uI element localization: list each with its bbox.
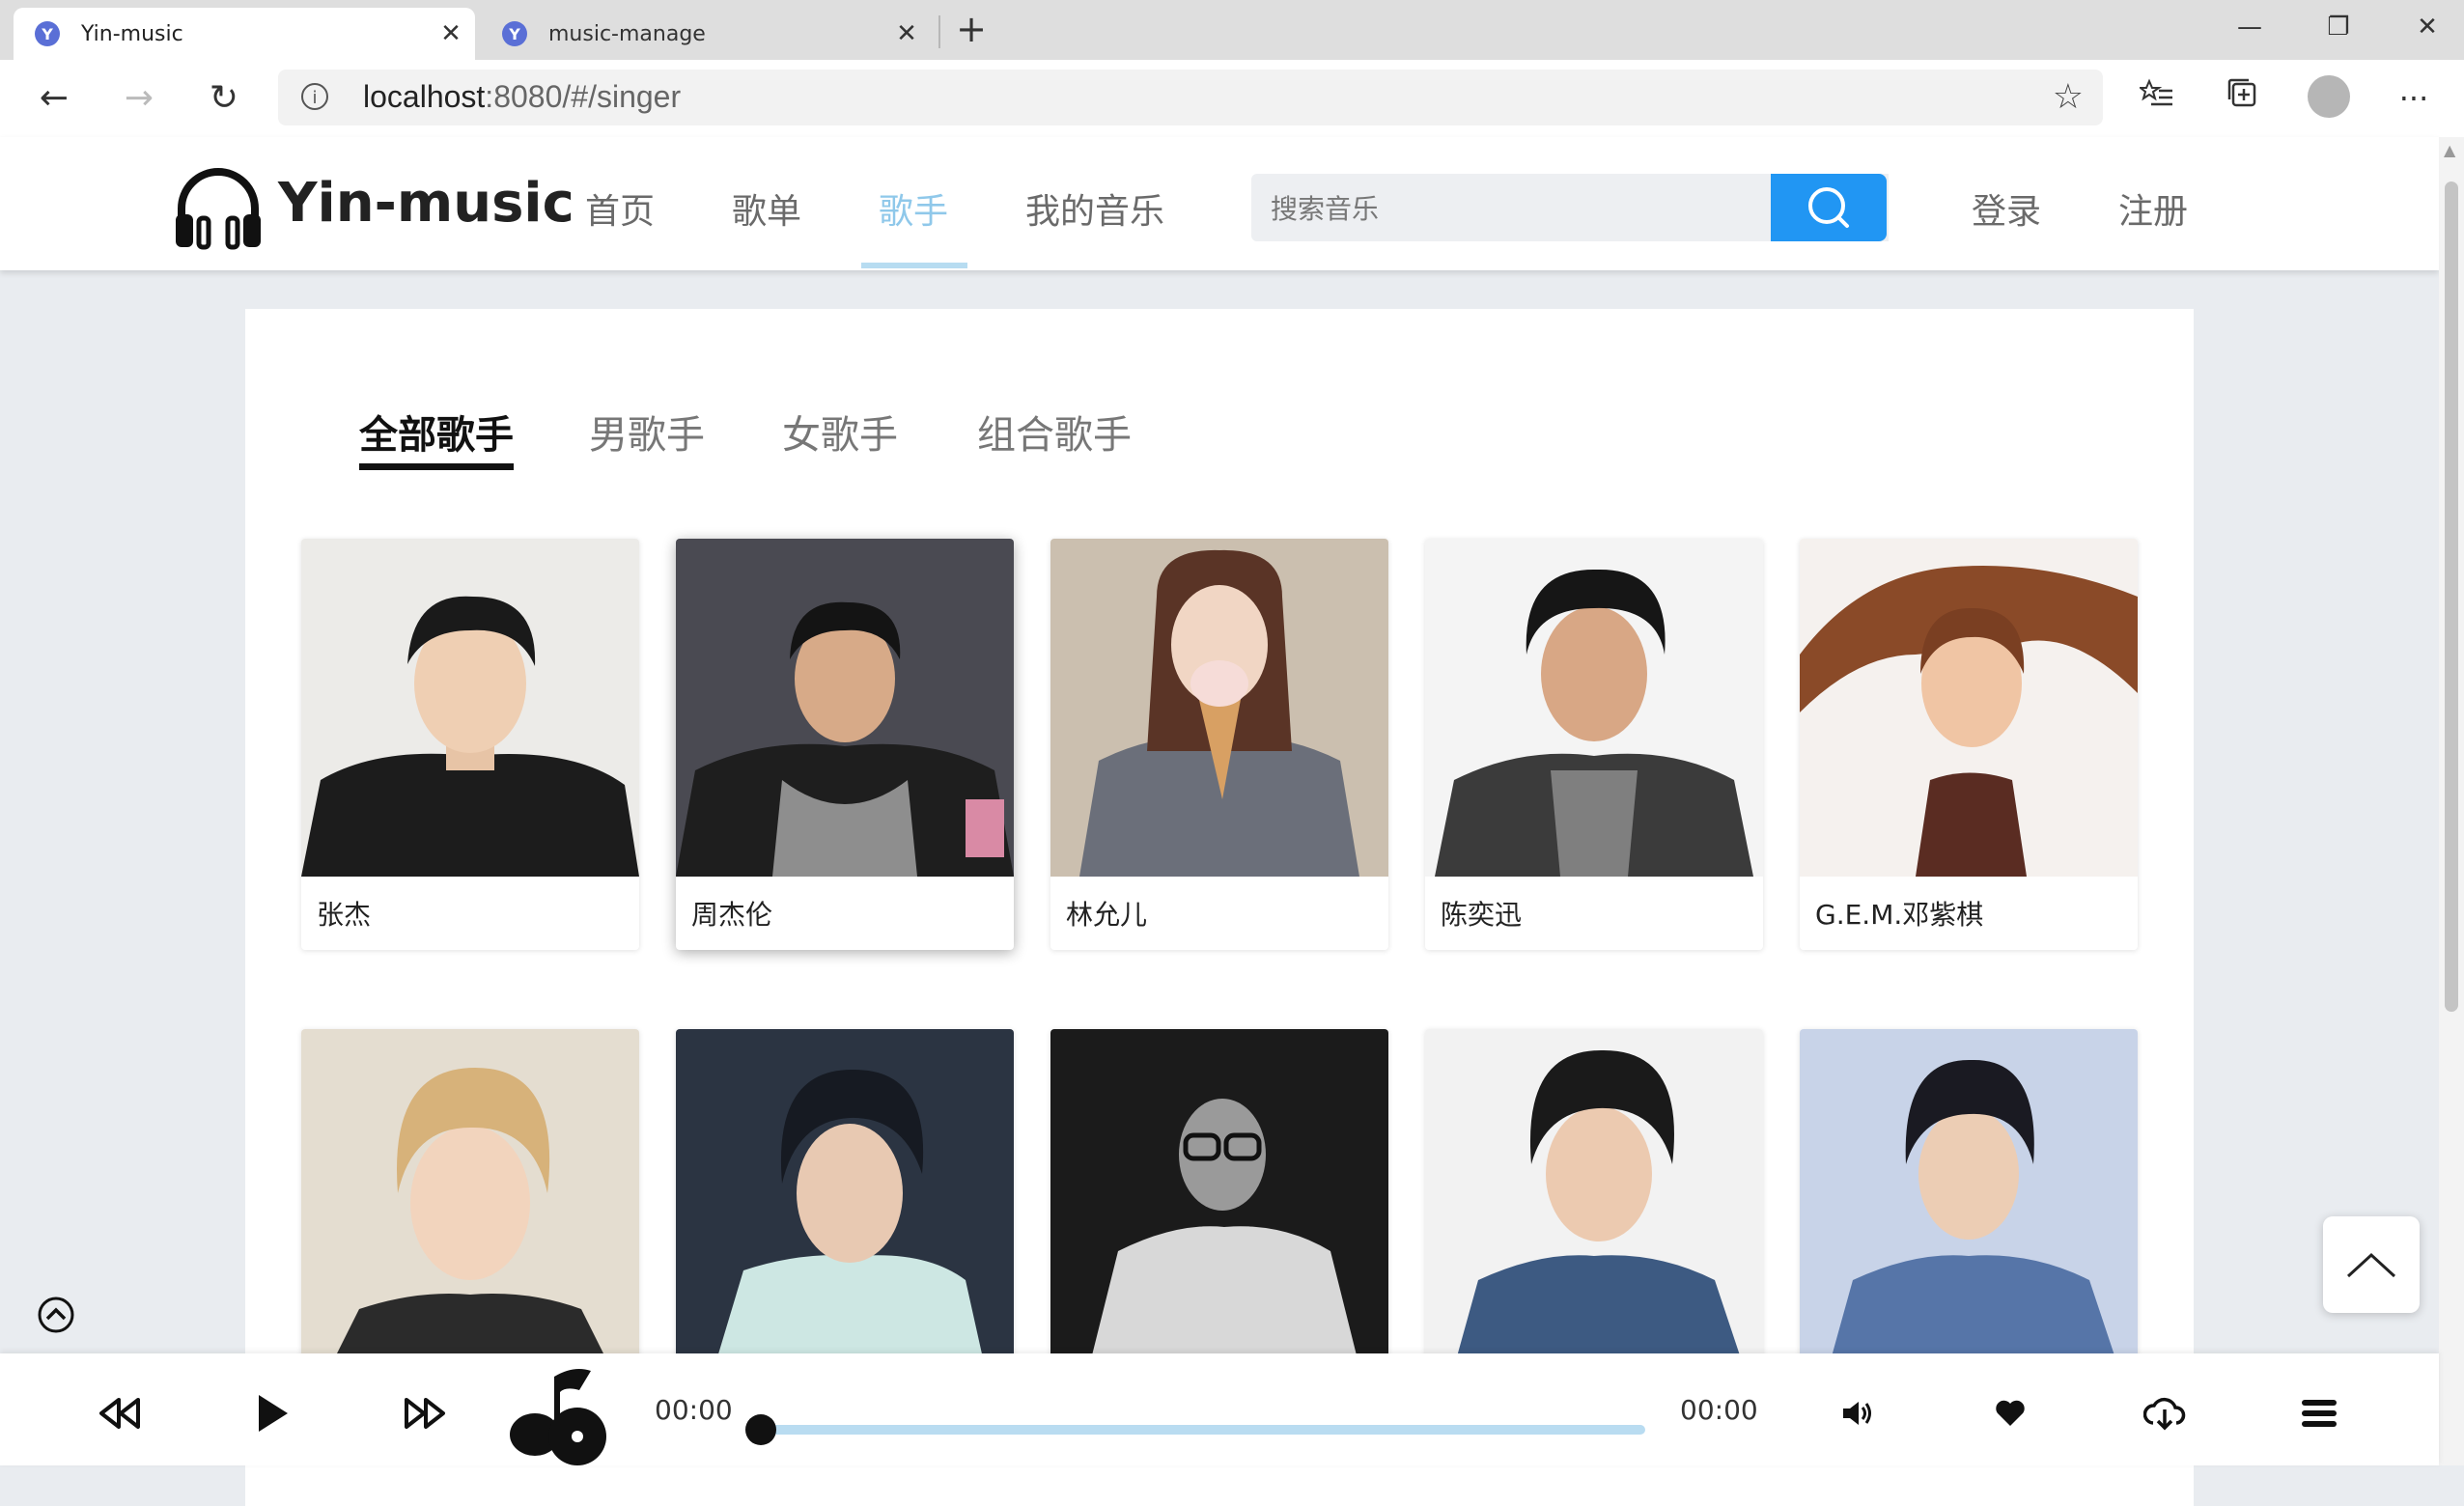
headphones-logo-icon[interactable] [172, 162, 265, 255]
page-scrollbar[interactable]: ▲ [2439, 137, 2464, 1465]
singer-photo[interactable] [1050, 1029, 1388, 1367]
next-track-button[interactable] [396, 1386, 454, 1440]
minimize-icon[interactable]: — [2221, 8, 2279, 46]
singer-name[interactable]: 陈奕迅 [1441, 894, 1522, 933]
nav-playlist[interactable]: 歌单 [732, 183, 801, 234]
singer-photo[interactable] [676, 1029, 1014, 1367]
singer-photo[interactable] [1425, 539, 1763, 877]
previous-track-button[interactable] [91, 1386, 149, 1440]
singer-photo[interactable] [301, 539, 639, 877]
playlist-menu-button[interactable] [2290, 1386, 2348, 1440]
menu-list-icon [2302, 1400, 2337, 1427]
profile-avatar[interactable] [2308, 75, 2350, 118]
singer-card[interactable]: G.E.M.邓紫棋 [1800, 539, 2138, 950]
singer-name[interactable]: G.E.M.邓紫棋 [1815, 894, 1983, 933]
filter-male-singers[interactable]: 男歌手 [589, 404, 705, 460]
play-icon [259, 1395, 288, 1432]
singer-photo[interactable] [676, 539, 1014, 877]
singer-card[interactable]: 林允儿 [1050, 539, 1388, 950]
singer-name[interactable]: 林允儿 [1066, 894, 1147, 933]
favorite-star-icon[interactable]: ☆ [2053, 77, 2084, 117]
search-input[interactable] [1251, 174, 1852, 243]
singer-photo[interactable] [301, 1029, 639, 1367]
singer-card[interactable]: 周杰伦 [676, 539, 1014, 950]
singer-photo[interactable] [1050, 539, 1388, 877]
filter-all-singers[interactable]: 全部歌手 [359, 404, 514, 460]
window-close-icon[interactable]: ✕ [2398, 8, 2456, 46]
singer-name[interactable]: 周杰伦 [691, 894, 772, 933]
volume-icon [1843, 1402, 1871, 1425]
search-button[interactable] [1771, 174, 1887, 241]
restore-icon[interactable]: ❐ [2310, 8, 2367, 46]
browser-tab-yin-music[interactable]: Y Yin-music ✕ [14, 8, 475, 60]
singer-photo[interactable] [1800, 539, 2138, 877]
collections-icon[interactable] [2219, 75, 2265, 122]
heart-icon [1996, 1400, 2025, 1426]
address-bar[interactable]: i localhost:8080/#/singer ☆ [278, 70, 2103, 126]
player-toggle-up-icon[interactable] [37, 1296, 75, 1334]
play-button[interactable] [243, 1386, 301, 1440]
browser-toolbar: ← → ↻ i localhost:8080/#/singer ☆ ··· [0, 60, 2464, 139]
close-tab-icon[interactable]: ✕ [892, 19, 921, 48]
site-header: Yin-music 首页 歌单 歌手 我的音乐 登录 注册 [0, 137, 2439, 270]
cloud-download-icon [2143, 1397, 2186, 1431]
filter-female-singers[interactable]: 女歌手 [782, 404, 898, 460]
new-tab-icon[interactable]: + [952, 10, 991, 48]
scroll-up-arrow-icon[interactable]: ▲ [2444, 141, 2455, 159]
tab-title: Yin-music [81, 21, 183, 46]
site-info-icon[interactable]: i [301, 83, 328, 110]
chevron-up-icon [2346, 1252, 2396, 1278]
download-button[interactable] [2136, 1386, 2194, 1440]
active-nav-indicator [861, 263, 967, 268]
current-time: 00:00 [655, 1394, 733, 1426]
close-tab-icon[interactable]: ✕ [436, 19, 465, 48]
fast-forward-icon [405, 1398, 445, 1429]
browser-tab-music-manage[interactable]: Y music-manage ✕ [481, 8, 931, 60]
album-cover-music-note-icon[interactable] [506, 1357, 618, 1465]
nav-my-music[interactable]: 我的音乐 [1025, 183, 1164, 234]
filter-group-singers[interactable]: 组合歌手 [977, 404, 1132, 460]
singer-photo[interactable] [1425, 1029, 1763, 1367]
progress-knob[interactable] [745, 1414, 776, 1445]
progress-bar[interactable] [745, 1414, 1645, 1445]
singer-content-panel: 全部歌手 男歌手 女歌手 组合歌手 张杰 周杰伦 林允儿 陈奕迅 G.E.M.邓… [245, 309, 2194, 1506]
back-arrow-icon[interactable]: ← [29, 73, 79, 124]
scrollbar-thumb[interactable] [2445, 181, 2458, 1012]
browser-tab-bar: Y Yin-music ✕ Y music-manage ✕ + — ❐ ✕ [0, 0, 2464, 60]
register-link[interactable]: 注册 [2118, 183, 2188, 234]
nav-home[interactable]: 首页 [585, 183, 655, 234]
login-link[interactable]: 登录 [1972, 183, 2041, 234]
yin-favicon-icon: Y [502, 21, 527, 46]
back-to-top-button[interactable] [2323, 1216, 2420, 1313]
singer-card[interactable]: 张杰 [301, 539, 639, 950]
like-button[interactable] [1981, 1386, 2039, 1440]
music-player-bar: 00:00 00:00 [0, 1353, 2439, 1465]
total-time: 00:00 [1680, 1394, 1758, 1426]
active-filter-indicator [359, 463, 514, 470]
singer-name[interactable]: 张杰 [317, 894, 371, 933]
singer-card[interactable]: 陈奕迅 [1425, 539, 1763, 950]
url-text[interactable]: localhost:8080/#/singer [363, 79, 681, 115]
brand-name[interactable]: Yin-music [278, 172, 574, 235]
nav-singer[interactable]: 歌手 [879, 183, 948, 234]
tab-title: music-manage [548, 21, 706, 46]
singer-photo[interactable] [1800, 1029, 2138, 1367]
search-icon [1808, 187, 1849, 228]
favorites-list-icon[interactable] [2134, 75, 2180, 122]
forward-arrow-icon[interactable]: → [114, 73, 164, 124]
tab-divider [938, 15, 940, 48]
rewind-icon [99, 1398, 140, 1429]
reload-icon[interactable]: ↻ [199, 73, 249, 124]
yin-favicon-icon: Y [35, 21, 60, 46]
more-menu-icon[interactable]: ··· [2391, 75, 2437, 122]
volume-button[interactable] [1829, 1386, 1887, 1440]
